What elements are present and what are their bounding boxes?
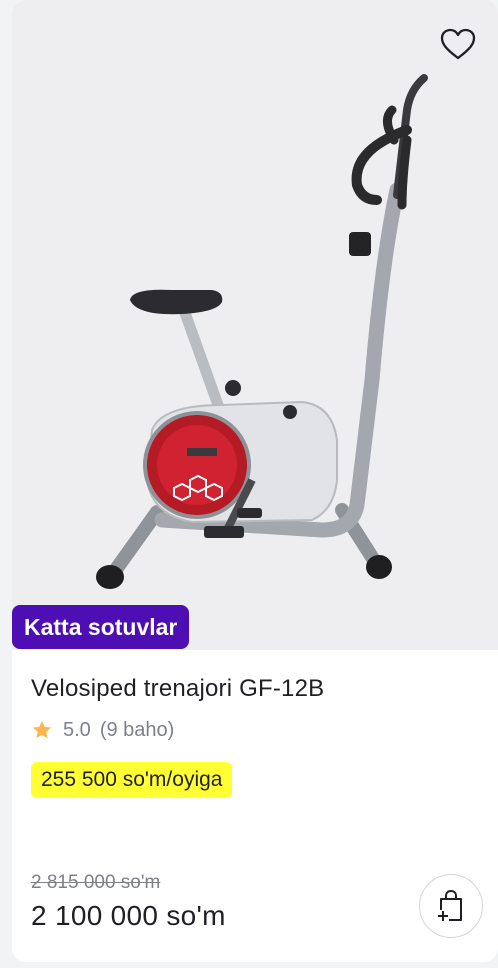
- rating-value: 5.0: [63, 718, 91, 741]
- product-card[interactable]: Katta sotuvlar Velosiped trenajori GF-12…: [12, 0, 498, 962]
- old-price: 2 815 000 so'm: [31, 872, 161, 893]
- product-image: [96, 74, 428, 589]
- rating-row: 5.0 (9 baho): [31, 715, 174, 745]
- heart-icon: [440, 28, 476, 60]
- installment-price: 255 500 so'm/oyiga: [31, 762, 233, 798]
- review-count: (9 baho): [99, 718, 175, 741]
- product-image-area[interactable]: [12, 0, 498, 650]
- current-price: 2 100 000 so'm: [31, 900, 226, 931]
- star-icon: [31, 719, 53, 741]
- add-to-cart-button[interactable]: [419, 874, 483, 938]
- promo-badge: Katta sotuvlar: [12, 605, 190, 649]
- favorite-button[interactable]: [436, 22, 480, 66]
- shopping-bag-plus-icon: [437, 889, 462, 922]
- product-title[interactable]: Velosiped trenajori GF-12B: [31, 675, 324, 703]
